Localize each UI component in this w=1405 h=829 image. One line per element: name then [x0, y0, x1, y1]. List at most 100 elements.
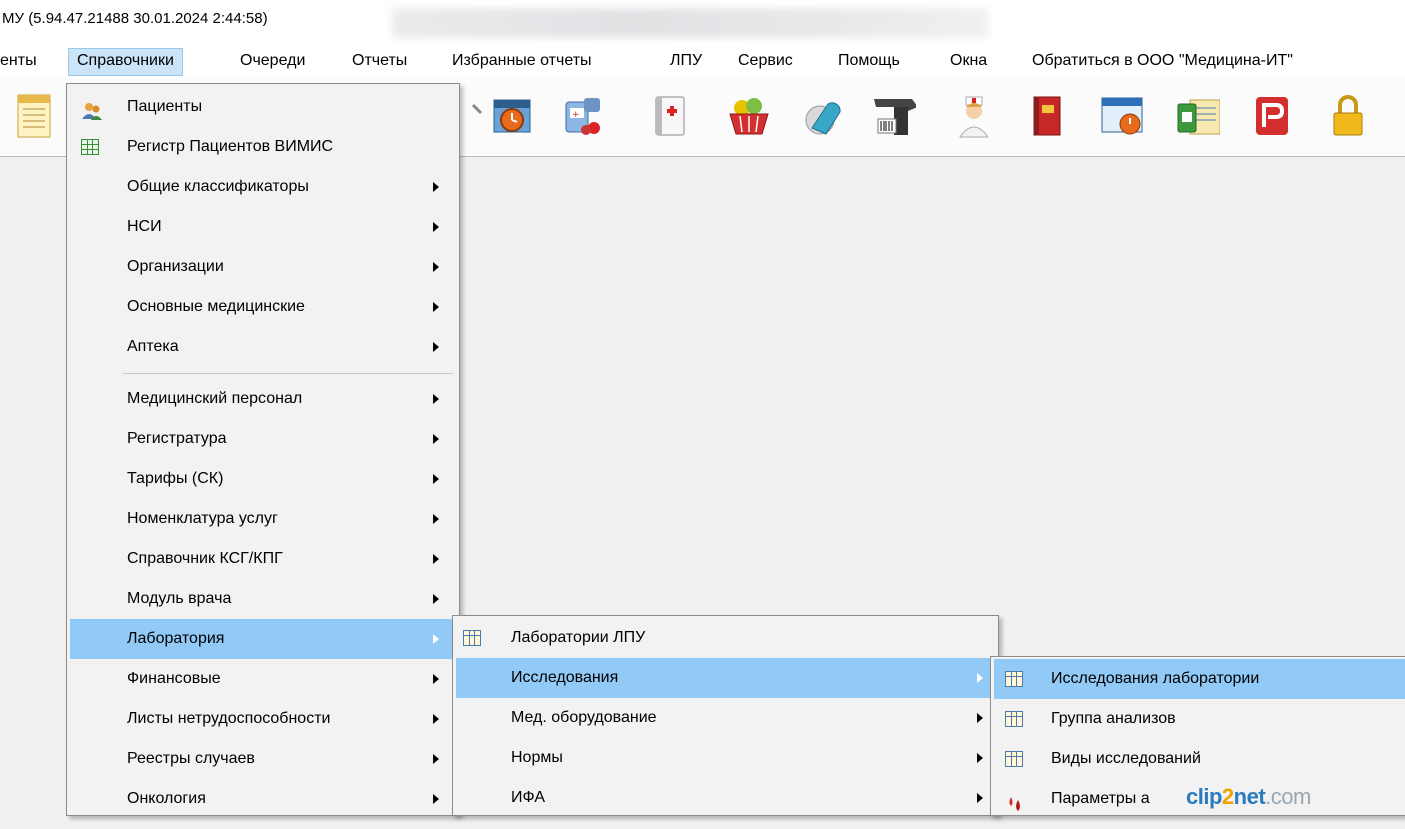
blood-drop-icon	[1005, 789, 1025, 811]
menu-item-favorite-reports[interactable]: Избранные отчеты	[452, 48, 592, 74]
submenu-arrow-icon	[433, 302, 439, 312]
grid-icon	[81, 137, 101, 157]
menu-item-label: Общие классификаторы	[127, 178, 309, 195]
menu-label: ЛПУ	[670, 52, 703, 69]
menu-label: Справочники	[77, 52, 174, 69]
menu-item-windows[interactable]: Окна	[950, 48, 987, 74]
menu-item-services-nomenclature[interactable]: Номенклатура услуг	[67, 499, 459, 539]
document-icon[interactable]	[12, 92, 56, 140]
submenu-arrow-icon	[433, 554, 439, 564]
menu-item-label: Финансовые	[127, 670, 221, 687]
directories-menu: Пациенты Регистр Пациентов ВИМИС Общие к…	[66, 83, 460, 816]
menu-item-label: Виды исследований	[1051, 750, 1201, 767]
pdf-icon[interactable]	[1250, 92, 1294, 140]
menu-item-queues[interactable]: Очереди	[240, 48, 305, 74]
menu-separator	[123, 373, 453, 374]
food-basket-icon[interactable]	[726, 92, 770, 140]
menu-item-label: Основные медицинские	[127, 298, 305, 315]
menu-item-financial[interactable]: Финансовые	[67, 659, 459, 699]
menu-item-analysis-group[interactable]: Группа анализов	[991, 699, 1405, 739]
menu-item-lpu-laboratories[interactable]: Лаборатории ЛПУ	[453, 618, 998, 658]
menu-item-research[interactable]: Исследования	[456, 658, 995, 698]
submenu-arrow-icon	[433, 474, 439, 484]
submenu-arrow-icon	[433, 222, 439, 232]
submenu-arrow-icon	[433, 794, 439, 804]
menu-label: Избранные отчеты	[452, 52, 592, 69]
submenu-arrow-icon	[433, 514, 439, 524]
menu-item-service[interactable]: Сервис	[738, 48, 793, 74]
menu-item-nsi[interactable]: НСИ	[67, 207, 459, 247]
menu-item-tariffs[interactable]: Тарифы (СК)	[67, 459, 459, 499]
watermark-part: .com	[1265, 784, 1311, 809]
menu-item-directories[interactable]: Справочники	[68, 48, 183, 76]
submenu-arrow-icon	[433, 634, 439, 644]
menu-item-doctor-module[interactable]: Модуль врача	[67, 579, 459, 619]
nurse-icon[interactable]	[952, 92, 996, 140]
submenu-arrow-icon	[977, 713, 983, 723]
menu-item-label: Тарифы (СК)	[127, 470, 224, 487]
window-title: МУ (5.94.47.21488 30.01.2024 2:44:58)	[2, 10, 268, 27]
menu-item-label: Группа анализов	[1051, 710, 1176, 727]
menu-label: Помощь	[838, 52, 900, 69]
menu-item-label: Реестры случаев	[127, 750, 255, 767]
table-icon	[1005, 709, 1025, 729]
menu-item-label: Параметры а	[1051, 790, 1150, 807]
menu-item-med-equipment[interactable]: Мед. оборудование	[453, 698, 998, 738]
menu-item-patients-truncated[interactable]: енты	[0, 48, 37, 74]
watermark-part: 2	[1221, 784, 1234, 809]
menu-item-pharmacy[interactable]: Аптека	[67, 327, 459, 367]
menu-label: Отчеты	[352, 52, 408, 69]
svg-text:+: +	[572, 110, 580, 120]
menu-item-lab-research[interactable]: Исследования лаборатории	[994, 659, 1405, 699]
menu-item-organizations[interactable]: Организации	[67, 247, 459, 287]
red-book-icon[interactable]	[1024, 92, 1068, 140]
submenu-arrow-icon	[977, 753, 983, 763]
menu-label: Очереди	[240, 52, 306, 69]
menu-item-medical-staff[interactable]: Медицинский персонал	[67, 379, 459, 419]
menu-item-laboratory[interactable]: Лаборатория	[70, 619, 456, 659]
barcode-scanner-icon[interactable]	[872, 92, 916, 140]
menu-item-lpu[interactable]: ЛПУ	[670, 48, 702, 74]
menu-item-label: Мед. оборудование	[511, 709, 657, 726]
lock-icon[interactable]	[1326, 92, 1370, 140]
submenu-arrow-icon	[433, 394, 439, 404]
tablets-icon[interactable]	[802, 92, 846, 140]
id-card-icon[interactable]	[1176, 92, 1220, 140]
submenu-arrow-icon	[433, 714, 439, 724]
submenu-arrow-icon	[433, 182, 439, 192]
menu-item-label: Регистр Пациентов ВИМИС	[127, 138, 334, 155]
submenu-arrow-icon	[977, 793, 983, 803]
medical-kit-icon[interactable]	[648, 92, 692, 140]
menu-item-label: Лаборатории ЛПУ	[511, 629, 646, 646]
menu-item-help[interactable]: Помощь	[838, 48, 900, 74]
menu-item-registry[interactable]: Регистратура	[67, 419, 459, 459]
menu-item-general-classifiers[interactable]: Общие классификаторы	[67, 167, 459, 207]
menu-item-label: НСИ	[127, 218, 162, 235]
menu-label: Обратиться в ООО "Медицина-ИТ"	[1032, 52, 1293, 69]
table-icon	[1005, 669, 1025, 689]
menu-item-norms[interactable]: Нормы	[453, 738, 998, 778]
menu-item-ifa[interactable]: ИФА	[453, 778, 998, 818]
menu-item-reports[interactable]: Отчеты	[352, 48, 407, 74]
menu-item-label: Пациенты	[127, 98, 203, 115]
menu-item-research-types[interactable]: Виды исследований	[991, 739, 1405, 779]
menu-item-oncology[interactable]: Онкология	[67, 779, 459, 819]
calendar-clock-icon[interactable]	[490, 92, 534, 140]
pills-icon[interactable]: +	[562, 92, 606, 140]
menu-item-label: Справочник КСГ/КПГ	[127, 550, 283, 567]
watermark: clip2net.com	[1186, 784, 1311, 810]
submenu-arrow-icon	[433, 342, 439, 352]
laboratory-submenu: Лаборатории ЛПУ Исследования Мед. оборуд…	[452, 615, 999, 816]
menu-item-label: Медицинский персонал	[127, 390, 303, 407]
menu-item-main-medical[interactable]: Основные медицинские	[67, 287, 459, 327]
menu-item-ksg-kpg[interactable]: Справочник КСГ/КПГ	[67, 539, 459, 579]
menu-item-case-registers[interactable]: Реестры случаев	[67, 739, 459, 779]
menu-item-sick-leave[interactable]: Листы нетрудоспособности	[67, 699, 459, 739]
menu-item-patients[interactable]: Пациенты	[67, 87, 459, 127]
menu-item-label: Аптека	[127, 338, 179, 355]
schedule-icon[interactable]	[1100, 92, 1144, 140]
menu-item-vimis-register[interactable]: Регистр Пациентов ВИМИС	[67, 127, 459, 167]
menu-item-contact[interactable]: Обратиться в ООО "Медицина-ИТ"	[1032, 48, 1293, 74]
table-icon	[463, 628, 483, 648]
submenu-arrow-icon	[433, 754, 439, 764]
